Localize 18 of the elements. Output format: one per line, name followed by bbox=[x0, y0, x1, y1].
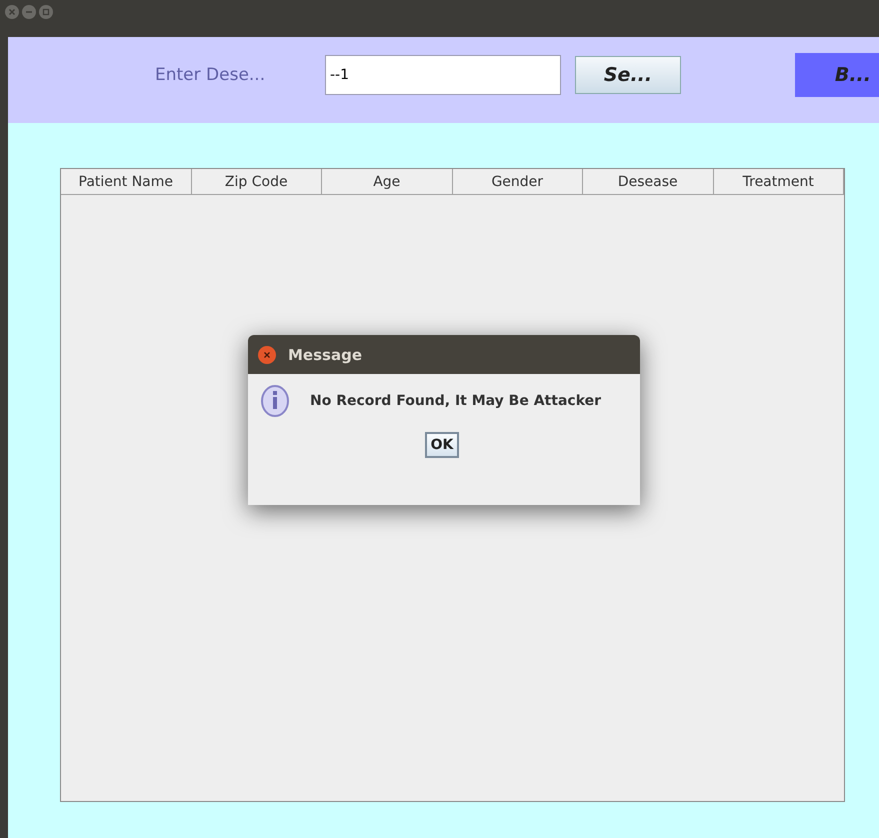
column-header[interactable]: Gender bbox=[452, 169, 583, 195]
search-field[interactable]: --1 bbox=[325, 55, 561, 95]
column-header[interactable]: Age bbox=[322, 169, 452, 195]
dialog-message: No Record Found, It May Be Attacker bbox=[310, 393, 602, 409]
column-header[interactable]: Zip Code bbox=[192, 169, 322, 195]
maximize-icon[interactable] bbox=[39, 5, 53, 19]
back-button[interactable]: B... bbox=[795, 53, 879, 97]
search-label: Enter Dese... bbox=[155, 65, 266, 85]
info-icon bbox=[260, 384, 290, 418]
search-button[interactable]: Se... bbox=[575, 56, 681, 94]
minimize-icon[interactable] bbox=[22, 5, 36, 19]
column-header[interactable]: Patient Name bbox=[61, 169, 192, 195]
close-icon[interactable] bbox=[258, 346, 276, 364]
ok-button[interactable]: OK bbox=[424, 432, 460, 458]
dialog-title: Message bbox=[288, 346, 362, 364]
column-header[interactable]: Desease bbox=[583, 169, 714, 195]
column-header[interactable]: Treatment bbox=[714, 169, 844, 195]
close-icon[interactable] bbox=[5, 5, 19, 19]
